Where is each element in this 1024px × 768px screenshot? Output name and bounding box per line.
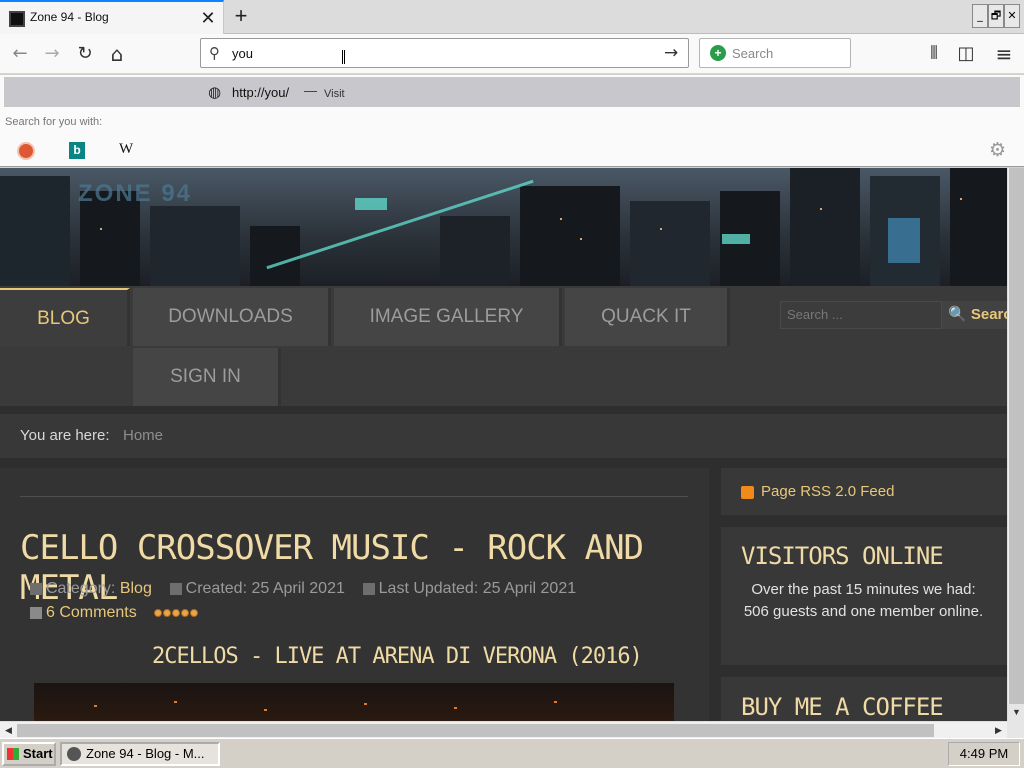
globe-icon: ◍ — [208, 83, 222, 101]
favicon-icon — [9, 11, 25, 27]
duckduckgo-icon[interactable] — [17, 142, 35, 160]
search-icon: ⚲ — [209, 44, 220, 62]
rating-star-icon[interactable] — [172, 609, 181, 617]
horizontal-scroll-thumb[interactable] — [17, 724, 934, 737]
visitors-text: Over the past 15 minutes we had: 506 gue… — [743, 581, 984, 620]
go-arrow-icon[interactable]: → — [664, 43, 678, 63]
sidebar: Page RSS 2.0 Feed VISITORS ONLINE Over t… — [721, 468, 1007, 721]
calendar-edit-icon — [362, 582, 375, 595]
search-box[interactable]: + Search — [699, 38, 851, 68]
reload-button[interactable]: ↻ — [71, 40, 99, 68]
visitors-module: VISITORS ONLINE Over the past 15 minutes… — [721, 527, 1007, 665]
category-label: Category: — [46, 580, 116, 597]
calendar-icon — [169, 582, 182, 595]
rating-stars[interactable] — [154, 604, 199, 621]
gear-icon[interactable]: ⚙ — [989, 139, 1006, 161]
suggestion-url: http://you/ — [232, 85, 290, 100]
article: CELLO CROSSOVER MUSIC - ROCK AND METAL C… — [0, 468, 709, 721]
search-for-label: Search for you with: — [5, 116, 103, 128]
coffee-title: BUY ME A COFFEE — [741, 693, 944, 721]
navigation-toolbar: ← → ↻ ⌂ ⚲ you → + Search ⫴ ◫ ≡ — [0, 34, 1024, 74]
rating-star-icon[interactable] — [190, 609, 199, 617]
comment-icon — [30, 606, 42, 619]
start-button[interactable]: Start — [2, 742, 56, 766]
url-suggestions-dropdown: ◍ http://you/ — Visit Search for you wit… — [0, 75, 1024, 167]
menu-item-downloads[interactable]: DOWNLOADS — [133, 288, 331, 346]
category-link[interactable]: Blog — [120, 580, 152, 597]
taskbar: Start Zone 94 - Blog - M... 4:49 PM — [0, 738, 1024, 768]
web-page: ZONE 94 BLOG DOWNLOADS IMAGE GALLERY QUA… — [0, 168, 1007, 721]
scroll-left-arrow-icon[interactable]: ◀ — [0, 722, 17, 739]
article-meta-2: 6 Comments — [30, 604, 199, 622]
close-window-button[interactable]: ✕ — [1004, 4, 1020, 28]
scroll-down-arrow-icon[interactable]: ▼ — [1008, 704, 1024, 721]
site-logo: ZONE 94 — [78, 180, 193, 207]
close-tab-icon[interactable]: ✕ — [198, 6, 218, 30]
rss-module: Page RSS 2.0 Feed — [721, 468, 1007, 515]
minimize-button[interactable]: _ — [972, 4, 988, 28]
site-banner: ZONE 94 — [0, 168, 1007, 286]
updated-date: Last Updated: 25 April 2021 — [378, 580, 577, 597]
rating-star-icon[interactable] — [154, 609, 163, 617]
bing-icon[interactable]: b — [69, 142, 85, 159]
menu-item-quack-it[interactable]: QUACK IT — [565, 288, 730, 346]
created-date: Created: 25 April 2021 — [185, 580, 345, 597]
tab-title: Zone 94 - Blog — [30, 10, 109, 24]
visitors-title: VISITORS ONLINE — [741, 542, 944, 570]
taskbar-item-browser[interactable]: Zone 94 - Blog - M... — [60, 742, 220, 766]
suggestion-visit: Visit — [324, 88, 345, 100]
comments-link[interactable]: 6 Comments — [46, 604, 137, 621]
breadcrumb-home[interactable]: Home — [123, 414, 163, 458]
rss-icon — [741, 486, 754, 499]
menu-item-image-gallery[interactable]: IMAGE GALLERY — [334, 288, 562, 346]
site-menu: BLOG DOWNLOADS IMAGE GALLERY QUACK IT SI… — [0, 286, 1007, 406]
library-icon[interactable]: ⫴ — [920, 40, 948, 68]
restore-button[interactable]: 🗗 — [988, 4, 1004, 28]
system-clock: 4:49 PM — [948, 742, 1020, 766]
divider — [20, 496, 688, 497]
browser-icon — [67, 747, 81, 761]
tab-strip: Zone 94 - Blog ✕ + _ 🗗 ✕ — [0, 0, 1024, 34]
tab-zone94[interactable]: Zone 94 - Blog ✕ — [0, 0, 224, 34]
video-player[interactable] — [34, 683, 674, 721]
breadcrumb-label: You are here: — [20, 427, 110, 444]
site-search-button[interactable]: 🔍 Search — [942, 301, 1007, 329]
home-button[interactable]: ⌂ — [103, 40, 131, 68]
menu-icon[interactable]: ≡ — [990, 40, 1018, 68]
text-cursor — [342, 50, 345, 64]
breadcrumb: You are here: Home — [0, 414, 1007, 458]
windows-logo-icon — [7, 748, 19, 760]
start-label: Start — [23, 746, 53, 761]
coffee-module: BUY ME A COFFEE — [721, 677, 1007, 721]
url-input[interactable]: you — [232, 46, 253, 61]
wikipedia-icon[interactable]: W — [119, 141, 133, 158]
horizontal-scrollbar[interactable]: ◀ ▶ — [0, 721, 1007, 738]
forward-button[interactable]: → — [38, 40, 66, 68]
rating-star-icon[interactable] — [181, 609, 190, 617]
url-bar[interactable]: ⚲ you → — [200, 38, 689, 68]
scrollbar-corner — [1007, 721, 1024, 738]
menu-item-sign-in[interactable]: SIGN IN — [133, 348, 281, 406]
article-meta: Category: Blog Created: 25 April 2021 La… — [30, 580, 576, 598]
sidebar-icon[interactable]: ◫ — [952, 40, 980, 68]
rating-star-icon[interactable] — [163, 609, 172, 617]
suggestion-dash: — — [304, 83, 317, 98]
rss-link[interactable]: Page RSS 2.0 Feed — [761, 483, 894, 500]
taskbar-item-label: Zone 94 - Blog - M... — [86, 746, 205, 761]
back-button[interactable]: ← — [6, 40, 34, 68]
scroll-right-arrow-icon[interactable]: ▶ — [990, 722, 1007, 739]
add-search-engine-icon[interactable]: + — [710, 45, 726, 61]
vertical-scroll-thumb[interactable] — [1009, 168, 1024, 704]
video-title: 2CELLOS - LIVE AT ARENA DI VERONA (2016) — [152, 644, 643, 669]
folder-icon — [30, 582, 42, 595]
new-tab-button[interactable]: + — [230, 3, 252, 29]
search-input[interactable]: Search — [732, 46, 773, 61]
site-search-input[interactable]: Search ... — [780, 301, 942, 329]
vertical-scrollbar[interactable]: ▼ — [1007, 168, 1024, 721]
menu-item-blog[interactable]: BLOG — [0, 288, 130, 346]
suggestion-row[interactable]: ◍ http://you/ — Visit — [4, 77, 1020, 107]
